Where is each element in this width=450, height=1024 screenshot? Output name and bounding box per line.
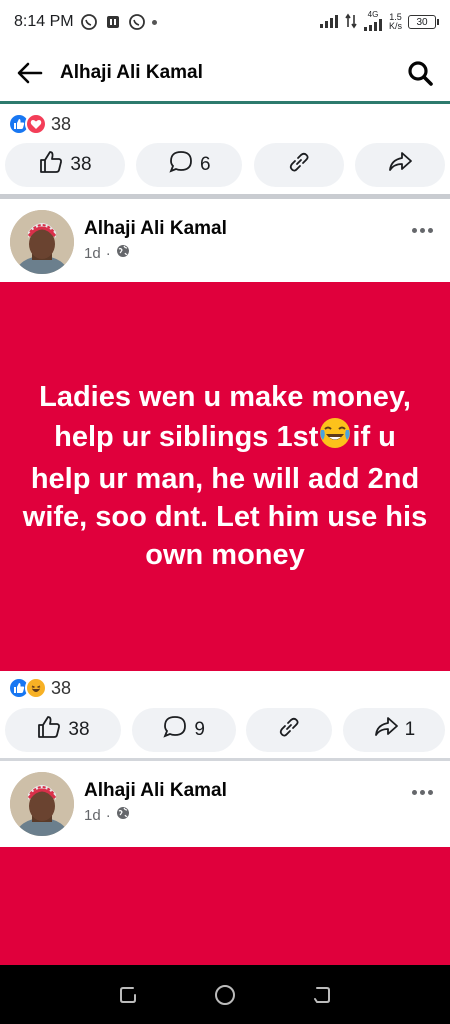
meta-separator: · bbox=[105, 806, 111, 824]
globe-icon bbox=[116, 806, 130, 824]
more-options-icon[interactable] bbox=[412, 784, 436, 800]
status-post-background: Ladies wen u make money, help ur sibling… bbox=[0, 282, 450, 671]
post-divider bbox=[0, 758, 450, 761]
back-arrow-icon[interactable] bbox=[14, 57, 46, 89]
post-actions: 38 9 1 bbox=[0, 706, 450, 754]
post-time: 1d bbox=[84, 244, 101, 262]
post-text-line: if u bbox=[352, 421, 396, 454]
share-count: 1 bbox=[404, 719, 416, 740]
post-meta: 1d · bbox=[84, 806, 130, 824]
comment-button[interactable]: 9 bbox=[131, 708, 236, 752]
home-icon[interactable] bbox=[205, 975, 245, 1015]
like-button[interactable]: 38 bbox=[5, 708, 121, 752]
reaction-count: 38 bbox=[51, 113, 72, 134]
whatsapp-icon bbox=[128, 13, 146, 31]
comment-count: 9 bbox=[194, 719, 205, 740]
post-text-line: help ur man, he will add 2nd bbox=[30, 463, 420, 496]
comment-count: 6 bbox=[200, 154, 211, 175]
signal-icon-2 bbox=[363, 19, 383, 33]
avatar[interactable] bbox=[10, 772, 74, 836]
globe-icon bbox=[116, 244, 130, 262]
net-speed-unit: K/s bbox=[388, 21, 402, 31]
avatar[interactable] bbox=[10, 210, 74, 274]
app-header: Alhaji Ali Kamal bbox=[0, 44, 450, 104]
post-text-line: own money bbox=[145, 538, 305, 571]
status-bar: 8:14 PM 4G 1.5 K/s 30 bbox=[0, 0, 450, 44]
post-text: Ladies wen u make money, help ur sibling… bbox=[9, 379, 441, 574]
thumbs-up-icon bbox=[36, 714, 62, 746]
link-icon bbox=[276, 714, 302, 746]
reaction-count: 38 bbox=[51, 677, 72, 698]
post-time: 1d bbox=[84, 806, 101, 824]
share-button[interactable] bbox=[354, 143, 445, 187]
search-icon[interactable] bbox=[404, 57, 436, 89]
status-post-background bbox=[0, 847, 450, 965]
post-meta: 1d · bbox=[84, 244, 130, 262]
haha-reaction-icon bbox=[25, 677, 47, 699]
comment-button[interactable]: 6 bbox=[136, 143, 243, 187]
reaction-summary[interactable]: 38 bbox=[8, 676, 71, 700]
like-count: 38 bbox=[70, 154, 92, 175]
news-app-icon bbox=[104, 13, 122, 31]
back-nav-icon[interactable] bbox=[302, 975, 342, 1015]
battery-indicator: 30 bbox=[408, 15, 439, 29]
whatsapp-icon bbox=[80, 13, 98, 31]
love-reaction-icon bbox=[25, 113, 47, 135]
copy-link-button[interactable] bbox=[246, 708, 333, 752]
post-header: Alhaji Ali Kamal 1d · bbox=[0, 206, 450, 276]
post-author[interactable]: Alhaji Ali Kamal bbox=[84, 780, 227, 802]
more-options-icon[interactable] bbox=[412, 222, 436, 238]
post-header: Alhaji Ali Kamal 1d · bbox=[0, 768, 450, 838]
post-actions: 38 6 bbox=[0, 141, 450, 189]
thumbs-up-icon bbox=[38, 149, 64, 181]
recent-apps-icon[interactable] bbox=[108, 975, 148, 1015]
page-title: Alhaji Ali Kamal bbox=[60, 61, 203, 83]
system-nav-bar bbox=[0, 965, 450, 1024]
post-text-line: Ladies wen u make money, bbox=[39, 380, 411, 413]
signal-icon bbox=[319, 13, 339, 31]
post-divider bbox=[0, 194, 450, 199]
post-author[interactable]: Alhaji Ali Kamal bbox=[84, 218, 227, 240]
copy-link-button[interactable] bbox=[253, 143, 344, 187]
share-arrow-icon bbox=[387, 149, 413, 181]
reaction-summary[interactable]: 38 bbox=[8, 112, 71, 136]
like-button[interactable]: 38 bbox=[5, 143, 125, 187]
comment-bubble-icon bbox=[162, 714, 188, 746]
comment-bubble-icon bbox=[168, 149, 194, 181]
post-text-line: help ur siblings 1st bbox=[54, 421, 319, 454]
data-arrows-icon bbox=[345, 13, 357, 31]
like-count: 38 bbox=[68, 719, 90, 740]
notification-dot-icon bbox=[151, 19, 157, 25]
link-icon bbox=[286, 149, 312, 181]
meta-separator: · bbox=[105, 244, 111, 262]
post-text-line: wife, soo dnt. Let him use his bbox=[22, 500, 428, 533]
network-type: 4G bbox=[367, 10, 379, 19]
tears-of-joy-emoji-icon bbox=[318, 416, 352, 461]
status-time: 8:14 PM bbox=[14, 13, 74, 30]
share-button[interactable]: 1 bbox=[342, 708, 445, 752]
share-arrow-icon bbox=[373, 714, 399, 746]
